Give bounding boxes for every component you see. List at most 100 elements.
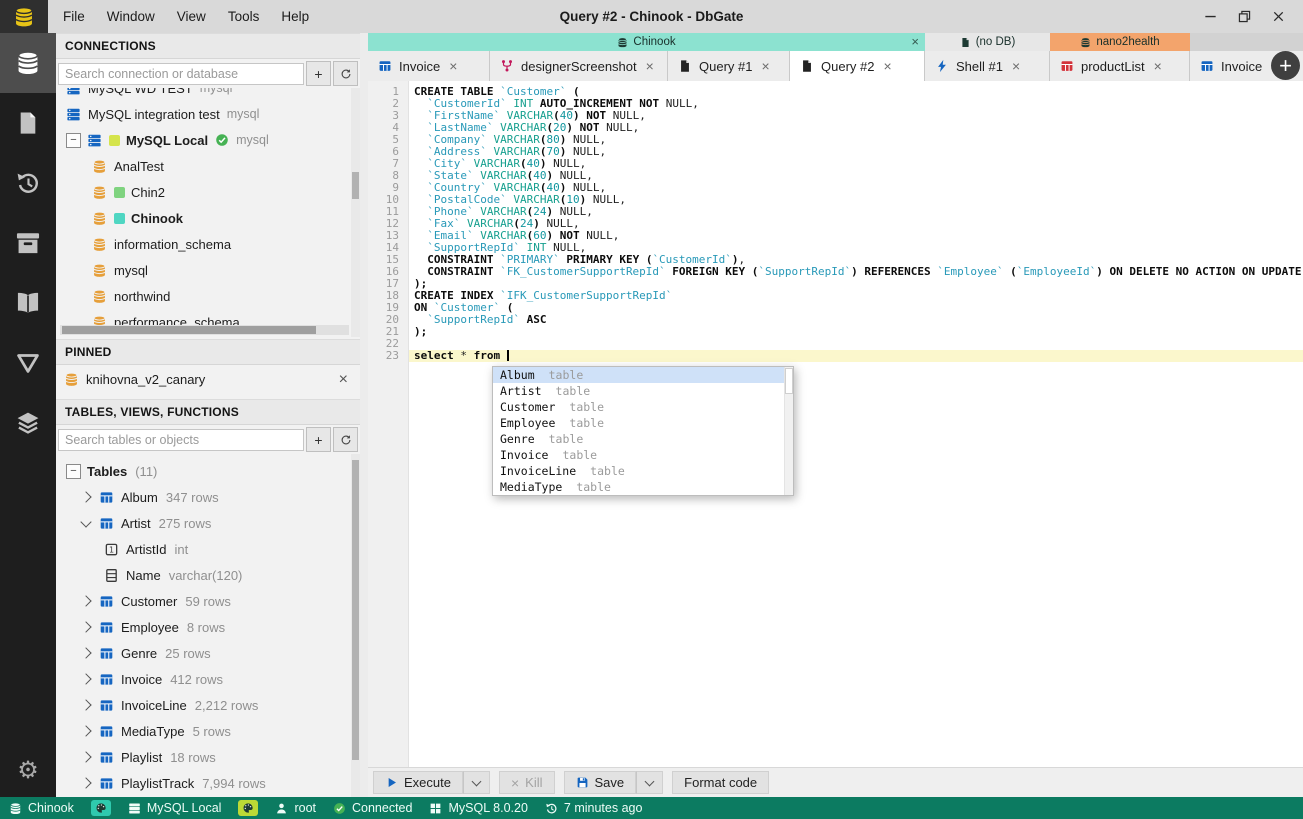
table-employee[interactable]: Employee 8 rows — [56, 614, 360, 640]
autocomplete-item-mediatype[interactable]: MediaType table — [493, 479, 793, 495]
chevron-right-icon[interactable] — [80, 751, 92, 763]
chevron-right-icon[interactable] — [80, 725, 92, 737]
autocomplete-item-customer[interactable]: Customer table — [493, 399, 793, 415]
add-connection-button[interactable]: + — [306, 61, 331, 86]
connection-chin2[interactable]: Chin2 — [56, 179, 360, 205]
rail-item-file[interactable] — [0, 93, 56, 153]
chevron-right-icon[interactable] — [80, 673, 92, 685]
scrollbar-thumb[interactable] — [62, 326, 317, 334]
connection-northwind[interactable]: northwind — [56, 283, 360, 309]
close-icon[interactable]: × — [335, 371, 352, 389]
scrollbar-thumb[interactable] — [352, 460, 359, 760]
close-icon[interactable]: × — [1012, 58, 1020, 74]
column-artistid[interactable]: 1 ArtistId int — [56, 536, 360, 562]
chevron-right-icon[interactable] — [80, 699, 92, 711]
connections-search-input[interactable] — [58, 62, 304, 85]
autocomplete-item-artist[interactable]: Artist table — [493, 383, 793, 399]
close-icon[interactable]: × — [449, 58, 457, 74]
save-button[interactable]: Save — [563, 771, 637, 794]
table-mediatype[interactable]: MediaType 5 rows — [56, 718, 360, 744]
autocomplete-item-invoice[interactable]: Invoice table — [493, 447, 793, 463]
table-artist[interactable]: Artist 275 rows — [56, 510, 360, 536]
table-album[interactable]: Album 347 rows — [56, 484, 360, 510]
tables-scrollbar[interactable] — [351, 454, 360, 797]
add-table-button[interactable]: + — [306, 427, 331, 452]
tab-query-1[interactable]: Query #1 × — [668, 51, 790, 81]
tables-search-input[interactable] — [58, 428, 304, 451]
tables-root[interactable]: − Tables (11) — [56, 458, 360, 484]
table-customer[interactable]: Customer 59 rows — [56, 588, 360, 614]
chevron-right-icon[interactable] — [80, 621, 92, 633]
menu-file[interactable]: File — [52, 0, 96, 33]
rail-item-database[interactable] — [0, 33, 56, 93]
tab-designerscreenshot[interactable]: designerScreenshot × — [490, 51, 668, 81]
tab-group-nano2health[interactable]: nano2health — [1050, 33, 1190, 51]
status-color-badge[interactable] — [90, 800, 111, 816]
rail-item-book[interactable] — [0, 273, 56, 333]
refresh-connections-button[interactable] — [333, 61, 358, 86]
menu-help[interactable]: Help — [270, 0, 320, 33]
connections-scrollbar[interactable] — [351, 88, 360, 337]
autocomplete-item-invoiceline[interactable]: InvoiceLine table — [493, 463, 793, 479]
menu-tools[interactable]: Tools — [217, 0, 271, 33]
tab-productlist[interactable]: productList × — [1050, 51, 1190, 81]
restore-button[interactable] — [1235, 8, 1253, 26]
connection-mysql-integration-test[interactable]: MySQL integration test mysql — [56, 101, 360, 127]
rail-item-layers[interactable] — [0, 393, 56, 453]
chevron-right-icon[interactable] — [80, 777, 92, 789]
table-invoice[interactable]: Invoice 412 rows — [56, 666, 360, 692]
close-icon[interactable]: × — [911, 33, 919, 51]
table-playlist[interactable]: Playlist 18 rows — [56, 744, 360, 770]
autocomplete-item-album[interactable]: Album table — [493, 367, 793, 383]
chevron-right-icon[interactable] — [80, 491, 92, 503]
close-icon[interactable]: × — [883, 58, 891, 74]
collapse-expander[interactable]: − — [66, 463, 81, 479]
scrollbar-thumb[interactable] — [352, 172, 359, 199]
rail-item-archive[interactable] — [0, 213, 56, 273]
rail-item-triangle[interactable] — [0, 333, 56, 393]
menu-view[interactable]: View — [166, 0, 217, 33]
table-genre[interactable]: Genre 25 rows — [56, 640, 360, 666]
connection-information-schema[interactable]: information_schema — [56, 231, 360, 257]
execute-dropdown-button[interactable] — [462, 771, 490, 794]
chevron-right-icon[interactable] — [80, 647, 92, 659]
chevron-right-icon[interactable] — [80, 595, 92, 607]
add-tab-button[interactable]: + — [1271, 51, 1300, 80]
connection-mysql-local[interactable]: − MySQL Local mysql — [56, 127, 360, 153]
execute-button[interactable]: Execute — [373, 771, 463, 794]
rail-item-history[interactable] — [0, 153, 56, 213]
autocomplete-item-employee[interactable]: Employee table — [493, 415, 793, 431]
tab-group-chinook[interactable]: Chinook × — [368, 33, 925, 51]
table-playlisttrack[interactable]: PlaylistTrack 7,994 rows — [56, 770, 360, 796]
autocomplete-item-genre[interactable]: Genre table — [493, 431, 793, 447]
settings-button[interactable]: ⚙ — [0, 745, 56, 797]
connections-hscrollbar[interactable] — [60, 325, 349, 335]
format-code-button[interactable]: Format code — [672, 771, 770, 794]
close-icon[interactable]: × — [646, 58, 654, 74]
close-icon[interactable]: × — [1154, 58, 1162, 74]
menu-window[interactable]: Window — [96, 0, 166, 33]
refresh-tables-button[interactable] — [333, 427, 358, 452]
connection-chinook[interactable]: Chinook — [56, 205, 360, 231]
sql-editor[interactable]: 1 2 3 4 5 6 7 8 9 10 11 12 13 14 15 16 17 18 19 20 21 22 23 CR… — [368, 81, 1303, 767]
kill-button[interactable]: × Kill — [498, 771, 555, 794]
connection-mysql-wd-test[interactable]: MySQL WD TEST mysql — [56, 88, 360, 101]
close-button[interactable] — [1269, 8, 1287, 26]
popup-scrollbar[interactable] — [784, 367, 793, 495]
chevron-down-icon[interactable] — [80, 515, 92, 528]
status-color-badge[interactable] — [238, 800, 259, 816]
tab-query-2[interactable]: Query #2 × — [790, 51, 925, 81]
connection-analtest[interactable]: AnalTest — [56, 153, 360, 179]
table-invoiceline[interactable]: InvoiceLine 2,212 rows — [56, 692, 360, 718]
tab-group-no-db[interactable]: (no DB) — [925, 33, 1050, 51]
save-dropdown-button[interactable] — [636, 771, 664, 794]
collapse-expander[interactable]: − — [66, 132, 81, 148]
close-icon[interactable]: × — [761, 58, 769, 74]
connection-mysql[interactable]: mysql — [56, 257, 360, 283]
tab-shell-1[interactable]: Shell #1 × — [925, 51, 1050, 81]
minimize-button[interactable] — [1201, 8, 1219, 26]
pinned-knihovna-v2-canary[interactable]: knihovna_v2_canary × — [56, 365, 360, 394]
column-name[interactable]: Name varchar(120) — [56, 562, 360, 588]
scrollbar-thumb[interactable] — [785, 368, 793, 394]
tab-invoice[interactable]: Invoice × — [368, 51, 490, 81]
